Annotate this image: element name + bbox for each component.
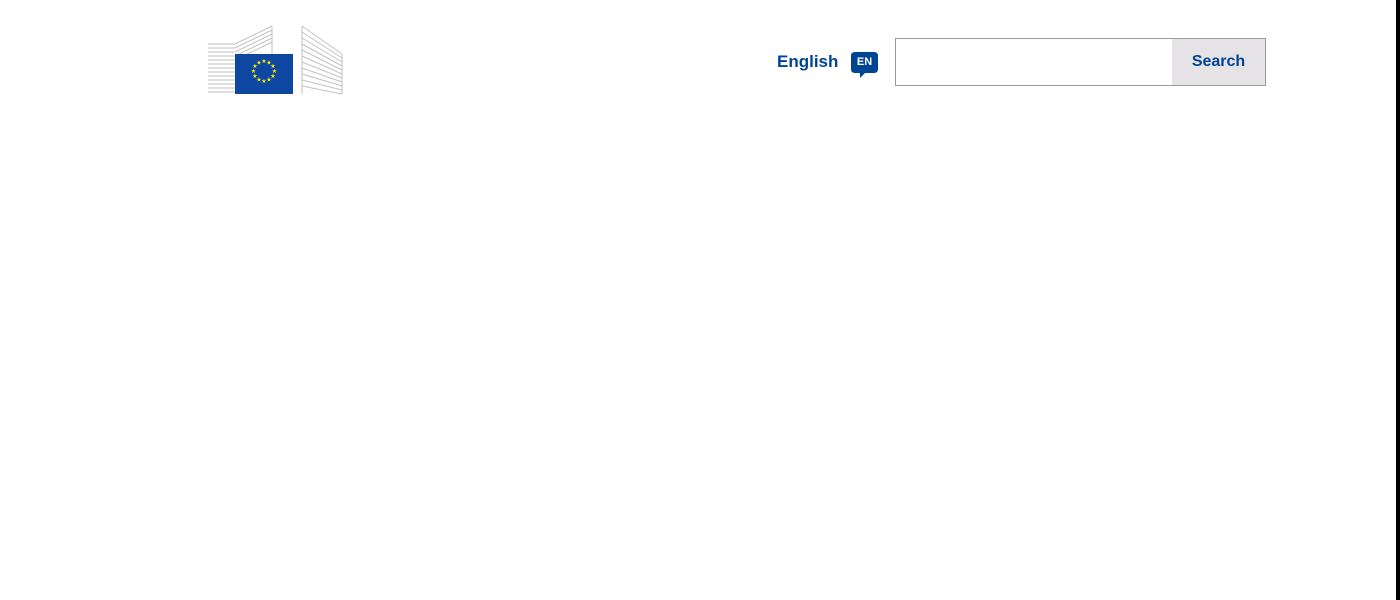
- search-button[interactable]: Search: [1172, 39, 1265, 85]
- language-selector-link[interactable]: English: [777, 51, 838, 73]
- language-code: EN: [856, 56, 873, 68]
- svg-text:★: ★: [256, 60, 261, 67]
- european-commission-logo[interactable]: ★ ★ ★ ★ ★ ★ ★ ★ ★ ★ ★ ★: [206, 24, 344, 96]
- european-commission-logo-icon: ★ ★ ★ ★ ★ ★ ★ ★ ★ ★ ★ ★: [208, 25, 343, 95]
- window-edge: [1396, 0, 1400, 600]
- svg-text:★: ★: [261, 78, 266, 85]
- page: ★ ★ ★ ★ ★ ★ ★ ★ ★ ★ ★ ★ English EN Searc…: [0, 0, 1400, 600]
- search-input[interactable]: [896, 39, 1172, 85]
- svg-text:★: ★: [266, 77, 271, 84]
- search-form: Search: [895, 38, 1266, 86]
- language-code-badge[interactable]: EN: [851, 52, 878, 78]
